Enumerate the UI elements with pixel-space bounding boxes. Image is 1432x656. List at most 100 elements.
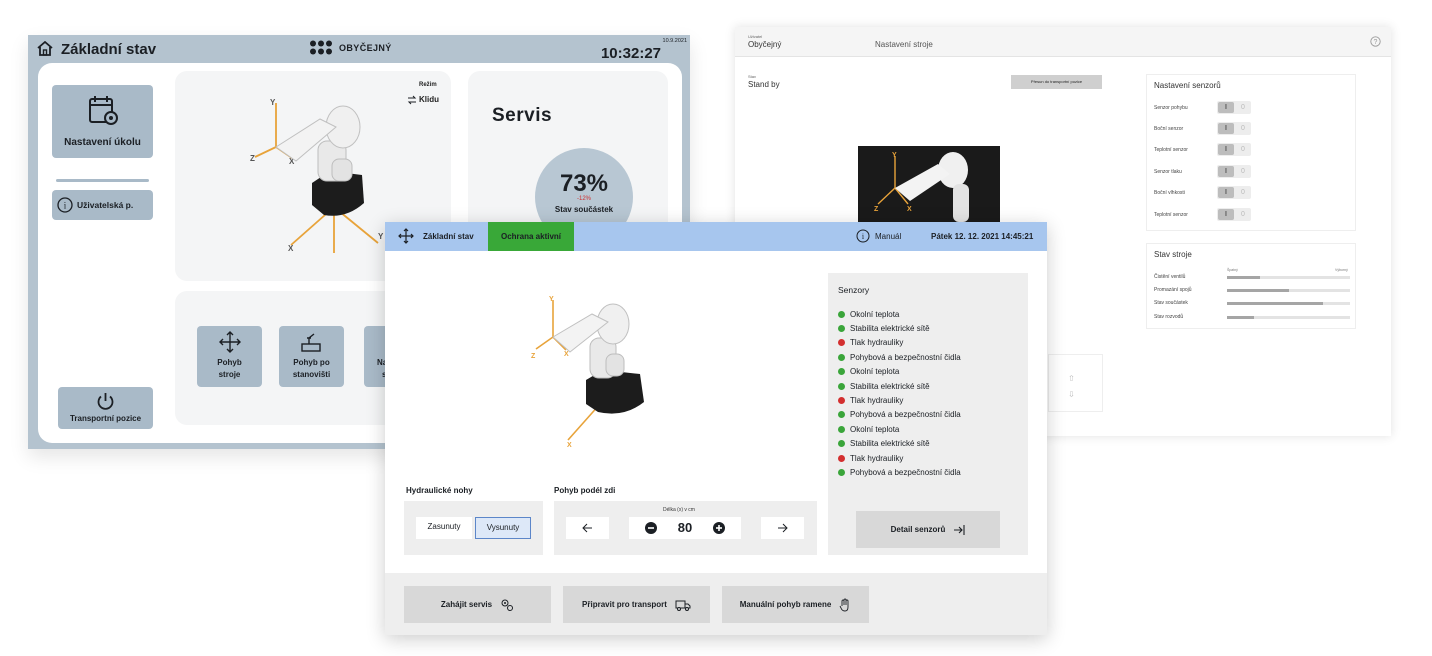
power-icon xyxy=(97,393,114,410)
mode-indicator[interactable]: OBYČEJNÝ xyxy=(309,40,392,55)
mode-label: OBYČEJNÝ xyxy=(339,42,392,53)
arrow-down-icon[interactable]: ⇩ xyxy=(1068,390,1075,399)
transport-position-label: Transportní pozice xyxy=(69,414,142,423)
arrow-right-icon xyxy=(778,523,788,533)
nav-title: Základní stav xyxy=(423,232,474,241)
sensor-toggle[interactable]: I0 xyxy=(1217,101,1251,114)
move-right-button[interactable] xyxy=(761,517,804,539)
truck-icon xyxy=(675,600,691,611)
home-icon[interactable] xyxy=(37,41,53,56)
sensor-item: Okolní teplota xyxy=(838,365,961,379)
exit-arrow-icon xyxy=(954,524,965,535)
robot-preview-image: Y Z X xyxy=(858,146,1000,222)
svg-text:Y: Y xyxy=(549,296,554,303)
status-dot xyxy=(838,454,845,462)
height-control-box xyxy=(1048,354,1103,412)
manual-arm-button[interactable]: Manuální pohyb ramene xyxy=(722,586,869,623)
sensor-toggle[interactable]: I0 xyxy=(1217,165,1251,178)
state-value: Stand by xyxy=(748,80,780,89)
svg-text:i: i xyxy=(64,201,67,211)
task-settings-button[interactable]: Nastavení úkolu xyxy=(52,85,153,158)
sensor-setting-label: Senzor pohybu xyxy=(1154,105,1188,111)
divider xyxy=(56,179,149,182)
sensor-item: Tlak hydrauliky xyxy=(838,393,961,407)
sensor-item: Pohybová a bezpečnostní čidla xyxy=(838,350,961,364)
transport-position-button[interactable]: Transportní pozice xyxy=(58,387,153,429)
svg-text:Z: Z xyxy=(874,206,879,213)
move-machine-button[interactable]: Pohyb stroje xyxy=(197,326,262,387)
svg-text:X: X xyxy=(567,442,572,449)
axis-label: Z xyxy=(250,154,255,163)
prepare-transport-button[interactable]: Připravit pro transport xyxy=(563,586,710,623)
help-icon[interactable]: ? xyxy=(1370,36,1381,47)
regime-icon xyxy=(407,95,417,105)
service-delta: -12% xyxy=(576,196,591,202)
state-item-label: Čistění ventilů xyxy=(1154,274,1186,280)
svg-text:Y: Y xyxy=(892,152,897,159)
sensor-toggle[interactable]: I0 xyxy=(1217,143,1251,156)
sensor-setting-label: Boční vlhkosti xyxy=(1154,190,1185,196)
sensor-toggle[interactable]: I0 xyxy=(1217,208,1251,221)
service-title: Servis xyxy=(492,105,553,126)
move-station-button[interactable]: Pohyb po stanovišti xyxy=(279,326,344,387)
front-nav: Základní stav Ochrana aktivní i Manuál P… xyxy=(385,222,1047,251)
hand-icon xyxy=(839,598,849,611)
move-arrows-icon[interactable] xyxy=(398,228,414,244)
status-dot xyxy=(838,339,845,347)
state-bar xyxy=(1227,289,1350,292)
sensor-item: Pohybová a bezpečnostní čidla xyxy=(838,465,961,479)
sensor-item: Stabilita elektrické sítě xyxy=(838,321,961,335)
arrow-up-icon[interactable]: ⇧ xyxy=(1068,374,1075,383)
sensor-detail-button[interactable]: Detail senzorů xyxy=(856,511,1000,548)
length-stepper[interactable]: 80 xyxy=(629,517,741,539)
sensor-setting-label: Senzor tlaku xyxy=(1154,169,1182,175)
start-service-button[interactable]: Zahájit servis xyxy=(404,586,551,623)
status-dot xyxy=(838,325,845,333)
start-service-label: Zahájit servis xyxy=(440,600,493,609)
minus-icon[interactable] xyxy=(645,522,657,534)
user-mode-value[interactable]: Obyčejný xyxy=(748,40,781,49)
state-bar xyxy=(1227,276,1350,279)
gears-icon xyxy=(501,599,514,611)
sensor-toggle[interactable]: I0 xyxy=(1217,186,1251,199)
date-label: 10.9.2021 xyxy=(662,38,687,44)
plus-icon[interactable] xyxy=(713,522,725,534)
task-settings-label: Nastavení úkolu xyxy=(64,137,141,148)
length-label: Délka (x) v cm xyxy=(663,507,695,513)
state-item-label: Stav součástek xyxy=(1154,300,1188,306)
station-icon xyxy=(301,333,321,352)
state-bar xyxy=(1227,302,1350,305)
sensor-item: Okolní teplota xyxy=(838,307,961,321)
status-dot xyxy=(838,425,845,433)
datetime: Pátek 12. 12. 2021 14:45:21 xyxy=(931,232,1034,241)
footer-bar: Zahájit servis Připravit pro transport M… xyxy=(385,573,1047,635)
axis-label: X xyxy=(288,244,294,253)
info-icon: i xyxy=(57,197,73,213)
status-dot xyxy=(838,310,845,318)
info-icon[interactable]: i xyxy=(856,229,870,243)
dots-icon xyxy=(310,40,332,55)
sensor-item: Pohybová a bezpečnostní čidla xyxy=(838,408,961,422)
sensor-toggle[interactable]: I0 xyxy=(1217,122,1251,135)
user-button[interactable]: i Uživatelská p. xyxy=(52,190,153,220)
move-left-button[interactable] xyxy=(566,517,609,539)
user-mode-caption: Uživatel xyxy=(748,34,763,39)
svg-text:Z: Z xyxy=(531,353,536,360)
right-topbar xyxy=(735,27,1391,57)
hydraulic-extended-option[interactable]: Vysunuty xyxy=(475,517,531,539)
state-bar xyxy=(1227,316,1350,319)
sensor-item: Stabilita elektrické sítě xyxy=(838,379,961,393)
regime-value[interactable]: Klidu xyxy=(419,95,439,104)
sensor-item: Tlak hydrauliky xyxy=(838,451,961,465)
status-dot xyxy=(838,411,845,419)
sensor-detail-label: Detail senzorů xyxy=(890,525,946,534)
move-station-line1: Pohyb po xyxy=(293,358,330,367)
scale-low-label: Špatný xyxy=(1227,268,1238,272)
status-dot xyxy=(838,368,845,376)
page-title: Základní stav xyxy=(61,41,157,58)
hydraulic-retracted-option[interactable]: Zasunuty xyxy=(416,517,472,539)
prepare-transport-label: Připravit pro transport xyxy=(582,600,667,609)
transport-move-button[interactable]: Přesun do transportní pozice xyxy=(1011,75,1102,89)
arrow-left-icon xyxy=(582,523,592,533)
status-dot xyxy=(838,440,845,448)
